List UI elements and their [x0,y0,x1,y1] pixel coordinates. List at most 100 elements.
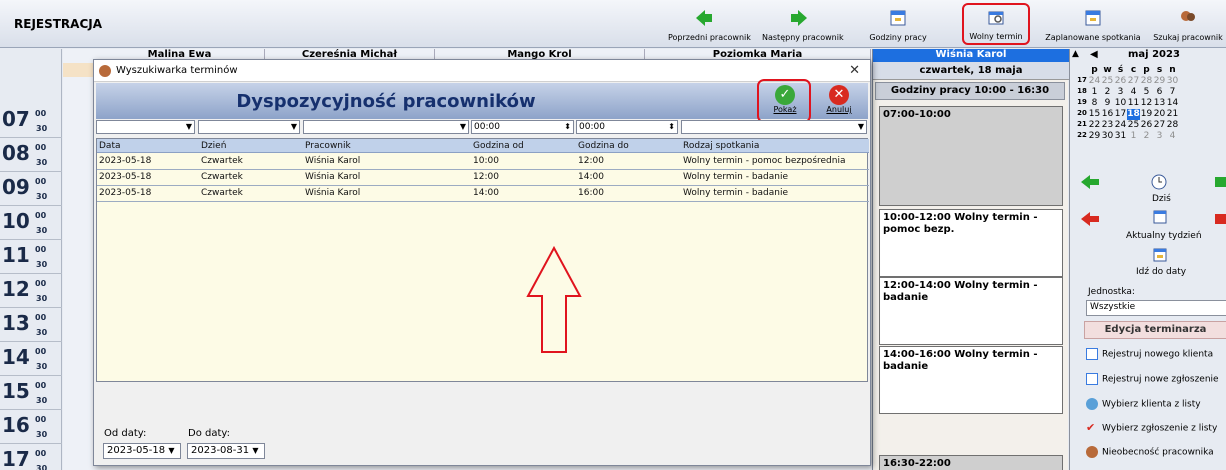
scroll-up-icon[interactable]: ▲ [1072,49,1079,59]
calendar-day[interactable]: 24 [1114,120,1127,131]
time-slot[interactable]: 12:00-14:00 Wolny termin - badanie [879,277,1063,345]
month-calendar[interactable]: p w ś c p s n 17 24 25 26 27 28 29 30 18 1 2 3 4 5 6 7 19 8 9 10 11… [1076,65,1179,142]
unit-select[interactable]: Wszystkie [1086,300,1226,316]
calendar-day[interactable]: 8 [1088,98,1101,109]
prev-month-icon[interactable]: ◀ [1090,49,1098,60]
column-header[interactable]: Dzień [199,139,226,153]
hour-divider [0,273,62,274]
calendar-day[interactable]: 27 [1153,120,1166,131]
calendar-day[interactable]: 25 [1127,120,1140,131]
calendar-day[interactable]: 3 [1153,131,1166,142]
calendar-day[interactable]: 29 [1088,131,1101,142]
calendar-day[interactable]: 26 [1140,120,1153,131]
calendar-day[interactable]: 28 [1140,76,1153,87]
calendar-day[interactable]: 3 [1114,87,1127,98]
calendar-day[interactable]: 4 [1166,131,1179,142]
calendar-day[interactable]: 13 [1153,98,1166,109]
search-employee-button[interactable]: Szukaj pracownik [1150,4,1226,44]
calendar-day[interactable]: 25 [1101,76,1114,87]
hour-label: 16 00 [2,413,46,437]
date-filter[interactable]: ▼ [96,120,195,134]
column-header[interactable]: Data [97,139,121,153]
register-client-button[interactable]: Rejestruj nowego klienta [1086,348,1226,366]
calendar-day[interactable]: 24 [1088,76,1101,87]
time-slot[interactable]: 07:00-10:00 [879,106,1063,206]
calendar-day[interactable]: 23 [1101,120,1114,131]
calendar-day[interactable]: 1 [1088,87,1101,98]
calendar-day[interactable]: 10 [1114,98,1127,109]
hour-divider [0,307,62,308]
column-header[interactable]: Godzina od [471,139,524,153]
employee-filter[interactable]: ▼ [303,120,469,134]
app-title: REJESTRACJA [14,17,103,31]
calendar-day[interactable]: 28 [1166,120,1179,131]
arrow-right-red-icon[interactable] [1215,214,1226,224]
arrow-left-icon[interactable] [1080,174,1100,190]
choose-client-button[interactable]: Wybierz klienta z listy [1086,398,1226,416]
calendar-day[interactable]: 27 [1127,76,1140,87]
calendar-day[interactable]: 4 [1127,87,1140,98]
day-filter[interactable]: ▼ [198,120,300,134]
arrow-right-icon[interactable] [1215,177,1226,187]
planned-meetings-button[interactable]: Zaplanowane spotkania [1044,4,1142,44]
show-button[interactable]: ✓ Pokaż [770,85,800,119]
to-date-picker[interactable]: 2023-08-31 ▼ [187,443,265,459]
table-row[interactable]: 2023-05-18 Czwartek Wiśnia Karol 14:00 16:00… [97,186,869,202]
calendar-day[interactable]: 5 [1140,87,1153,98]
half-hour-label: 30 [36,464,48,470]
column-header[interactable]: Rodzaj spotkania [681,139,759,153]
cancel-button[interactable]: ✕ Anuluj [824,85,854,119]
calendar-day[interactable]: 12 [1140,98,1153,109]
time-slot[interactable]: 14:00-16:00 Wolny termin - badanie [879,346,1063,414]
prev-employee-button[interactable]: Poprzedni pracownik [668,4,751,44]
calendar-day[interactable]: 15 [1088,109,1101,120]
column-header[interactable]: Godzina do [576,139,629,153]
calendar-day[interactable]: 1 [1127,131,1140,142]
selected-employee-name[interactable]: Wiśnia Karol [873,49,1069,62]
current-week-button[interactable]: Aktualny tydzień [1126,231,1202,241]
week-row: 17 24 25 26 27 28 29 30 [1076,76,1179,87]
calendar-day[interactable]: 6 [1153,87,1166,98]
time-slot[interactable]: 16:30-22:00 [879,455,1063,470]
column-header[interactable]: Pracownik [303,139,351,153]
calendar-day[interactable]: 9 [1101,98,1114,109]
calendar-day[interactable]: 7 [1166,87,1179,98]
choose-request-button[interactable]: ✔ Wybierz zgłoszenie z listy [1086,422,1226,440]
employee-absence-button[interactable]: Nieobecność pracownika [1086,446,1226,464]
calendar-day[interactable]: 29 [1153,76,1166,87]
calendar-day[interactable]: 14 [1166,98,1179,109]
calendar-day[interactable]: 2 [1140,131,1153,142]
week-number: 21 [1077,120,1087,128]
clock-icon[interactable] [1150,173,1168,191]
calendar-day[interactable]: 2 [1101,87,1114,98]
from-time-filter[interactable]: 00:00 ⬍ [471,120,574,134]
calendar-day[interactable]: 30 [1166,76,1179,87]
calendar-day[interactable]: 16 [1101,109,1114,120]
calendar-day[interactable]: 30 [1101,131,1114,142]
calendar-day[interactable]: 31 [1114,131,1127,142]
calendar-day[interactable]: 22 [1088,120,1101,131]
table-row[interactable]: 2023-05-18 Czwartek Wiśnia Karol 10:00 12:00… [97,154,869,170]
calendar-week-icon[interactable] [1152,209,1168,225]
from-date-picker[interactable]: 2023-05-18 ▼ [103,443,181,459]
arrow-left-red-icon[interactable] [1080,211,1100,227]
calendar-icon[interactable] [1152,247,1168,263]
calendar-day[interactable]: 18 [1127,109,1140,120]
calendar-day[interactable]: 19 [1140,109,1153,120]
close-icon[interactable]: ✕ [849,63,860,78]
today-button[interactable]: Dziś [1152,194,1171,204]
table-row[interactable]: 2023-05-18 Czwartek Wiśnia Karol 12:00 14:00… [97,170,869,186]
next-employee-button[interactable]: Następny pracownik [762,4,844,44]
time-slot[interactable]: 10:00-12:00 Wolny termin - pomoc bezp. [879,209,1063,277]
meeting-type-filter[interactable]: ▼ [681,120,867,134]
free-slot-button[interactable]: Wolny termin [962,3,1030,45]
calendar-day[interactable]: 20 [1153,109,1166,120]
to-time-filter[interactable]: 00:00 ⬍ [576,120,678,134]
calendar-day[interactable]: 21 [1166,109,1179,120]
work-hours-button[interactable]: Godziny pracy [866,4,930,44]
calendar-day[interactable]: 11 [1127,98,1140,109]
calendar-day[interactable]: 17 [1114,109,1127,120]
register-request-button[interactable]: Rejestruj nowe zgłoszenie [1086,373,1226,391]
go-to-date-button[interactable]: Idź do daty [1136,267,1186,277]
calendar-day[interactable]: 26 [1114,76,1127,87]
